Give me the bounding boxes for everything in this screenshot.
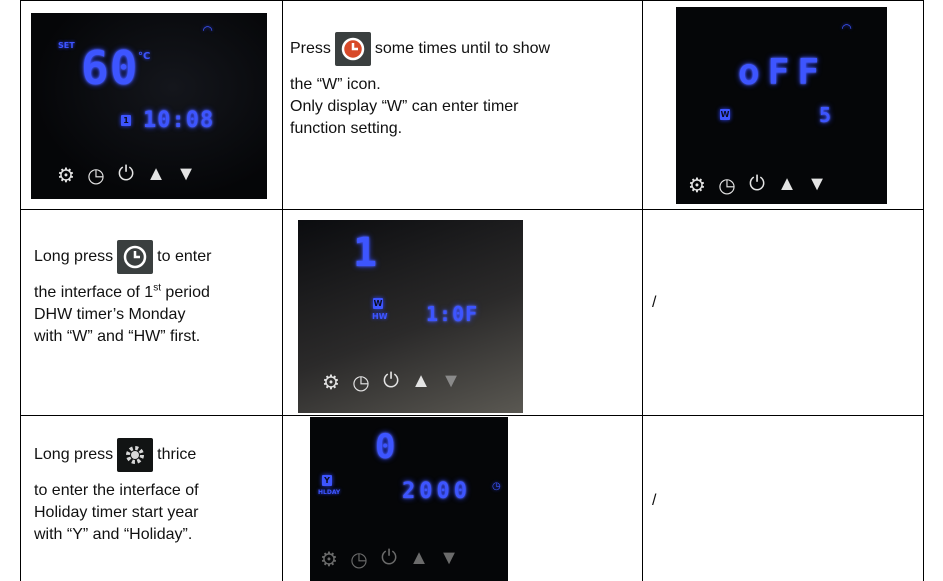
status-sub-value: 5 <box>819 103 833 127</box>
down-arrow-icon: ▼ <box>441 370 461 392</box>
up-arrow-icon: ▲ <box>411 370 431 392</box>
hw-label: HW <box>372 312 388 321</box>
wifi-icon: ◠ <box>842 21 852 35</box>
table-border-row1 <box>20 209 924 210</box>
up-arrow-icon: ▲ <box>146 163 166 185</box>
gear-icon: ⚙ <box>57 165 75 187</box>
table-border-right <box>923 0 924 581</box>
status-value: oFF <box>738 52 828 93</box>
clock-button-icon <box>117 240 154 274</box>
instruction-line: to enter the interface of <box>34 482 199 499</box>
gear-button-icon <box>117 438 154 472</box>
instruction-line: the interface of 1st period <box>34 282 210 301</box>
gear-icon: ⚙ <box>320 549 338 571</box>
panel-button-row: ⚙ ◷ ⏻ ▲ ▼ <box>314 547 464 572</box>
panel-button-row: ⚙ ◷ ⏻ ▲ ▼ <box>316 370 466 395</box>
table-border-col2 <box>642 0 643 581</box>
instruction-text-row1: Press some times until to show the “W” ic… <box>290 32 635 140</box>
badge-indicator: W <box>373 298 383 309</box>
badge-indicator: 1 <box>121 115 131 126</box>
table-border-row2 <box>20 415 924 416</box>
power-icon: ⏻ <box>749 173 765 195</box>
table-border-top <box>20 0 924 1</box>
instruction-line: DHW timer’s Monday <box>34 306 186 323</box>
instruction-text-row3: Long press thrice to enter the interface … <box>34 438 279 546</box>
clock-icon: ◷ <box>350 549 368 571</box>
temperature-value: 60 <box>81 41 139 95</box>
timer-value: 1:0F <box>426 302 479 326</box>
up-arrow-icon: ▲ <box>777 173 797 195</box>
clock-button-icon <box>334 32 371 66</box>
instruction-line: with “W” and “HW” first. <box>34 328 201 345</box>
badge-indicator: Y <box>322 475 332 486</box>
year-value: 2000 <box>402 479 471 504</box>
year-digit: 0 <box>375 427 397 467</box>
period-digit: 1 <box>353 230 379 276</box>
clock-icon: ◷ <box>492 481 501 492</box>
table-border-left <box>20 0 21 581</box>
down-arrow-icon: ▼ <box>439 547 459 569</box>
instruction-line: Only display “W” can enter timer <box>290 98 519 115</box>
right-cell-text-row3: / <box>652 492 657 509</box>
up-arrow-icon: ▲ <box>409 547 429 569</box>
instruction-line: function setting. <box>290 120 403 137</box>
power-icon: ⏻ <box>381 547 397 569</box>
gear-icon: ⚙ <box>322 372 340 394</box>
temperature-unit: °C <box>138 51 151 62</box>
instruction-text-row2: Long press to enter the interface of 1st … <box>34 240 279 348</box>
down-arrow-icon: ▼ <box>807 173 827 195</box>
thermostat-display-row2: 1 W HW 1:0F ⚙ ◷ ⏻ ▲ ▼ <box>298 220 523 413</box>
panel-button-row: ⚙ ◷ ⏻ ▲ ▼ <box>682 173 832 198</box>
thermostat-display-row1-right: ◠ oFF W 5 ⚙ ◷ ⏻ ▲ ▼ <box>676 7 887 204</box>
badge-indicator: W <box>720 109 730 120</box>
down-arrow-icon: ▼ <box>176 163 196 185</box>
clock-icon: ◷ <box>718 175 736 197</box>
instruction-line: Holiday timer start year <box>34 504 199 521</box>
thermostat-display-row3: 0 Y HLDAY 2000 ◷ ⚙ ◷ ⏻ ▲ ▼ <box>310 417 508 581</box>
gear-icon: ⚙ <box>688 175 706 197</box>
instruction-line: with “Y” and “Holiday”. <box>34 526 193 543</box>
panel-button-row: ⚙ ◷ ⏻ ▲ ▼ <box>51 163 201 188</box>
power-icon: ⏻ <box>383 370 399 392</box>
holiday-label: HLDAY <box>318 489 341 496</box>
table-border-col1 <box>282 0 283 581</box>
instruction-line: the “W” icon. <box>290 76 381 93</box>
set-label: SET <box>58 41 75 50</box>
power-icon: ⏻ <box>118 163 134 185</box>
wifi-icon: ◠ <box>203 23 213 37</box>
clock-icon: ◷ <box>87 165 105 187</box>
clock-icon: ◷ <box>352 372 370 394</box>
thermostat-display-row1-left: SET 60 °C ◠ 1 10:08 ⚙ ◷ ⏻ ▲ ▼ <box>31 13 267 199</box>
clock-time: 10:08 <box>143 108 215 133</box>
right-cell-text-row2: / <box>652 294 657 311</box>
